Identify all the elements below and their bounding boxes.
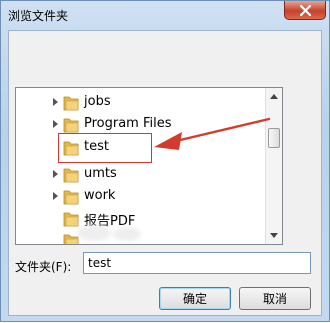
- tree-item-work[interactable]: work: [16, 186, 256, 208]
- close-button[interactable]: [284, 1, 326, 20]
- close-icon: [299, 4, 311, 16]
- folder-name-input[interactable]: [83, 252, 311, 274]
- tree-item-jobs[interactable]: jobs: [16, 92, 256, 114]
- tree-item-label: work: [84, 188, 116, 203]
- folder-icon: [63, 96, 79, 111]
- expand-arrow-icon[interactable]: [53, 170, 58, 178]
- browse-folder-dialog: 浏览文件夹 jobs Program Files test umts work …: [0, 0, 330, 322]
- blur-smudge: [77, 225, 111, 241]
- folder-tree[interactable]: jobs Program Files test umts work 报告PDF: [15, 87, 283, 245]
- ok-button[interactable]: 确定: [159, 287, 231, 310]
- scroll-up-icon[interactable]: [270, 94, 278, 99]
- folder-icon: [63, 118, 79, 133]
- tree-item-label: umts: [84, 166, 117, 181]
- folder-icon: [63, 168, 79, 183]
- tree-item-umts[interactable]: umts: [16, 164, 256, 186]
- expand-arrow-icon[interactable]: [53, 98, 58, 106]
- folder-icon: [63, 212, 79, 227]
- cancel-button[interactable]: 取消: [239, 287, 311, 310]
- expand-arrow-icon[interactable]: [53, 192, 58, 200]
- expand-arrow-icon[interactable]: [53, 120, 58, 128]
- tree-scrollbar[interactable]: [265, 88, 282, 244]
- title-bar[interactable]: 浏览文件夹: [1, 1, 329, 31]
- tree-item-label: jobs: [84, 94, 111, 109]
- scroll-down-icon[interactable]: [270, 233, 278, 238]
- window-title: 浏览文件夹: [8, 9, 69, 23]
- folder-field-label: 文件夹(F):: [15, 260, 72, 274]
- blur-smudge: [113, 227, 141, 241]
- tree-item-report-pdf[interactable]: 报告PDF: [16, 208, 256, 230]
- selection-highlight-box: [58, 133, 152, 163]
- scroll-thumb[interactable]: [268, 128, 280, 148]
- tree-item-label: Program Files: [84, 116, 172, 131]
- folder-icon: [63, 190, 79, 205]
